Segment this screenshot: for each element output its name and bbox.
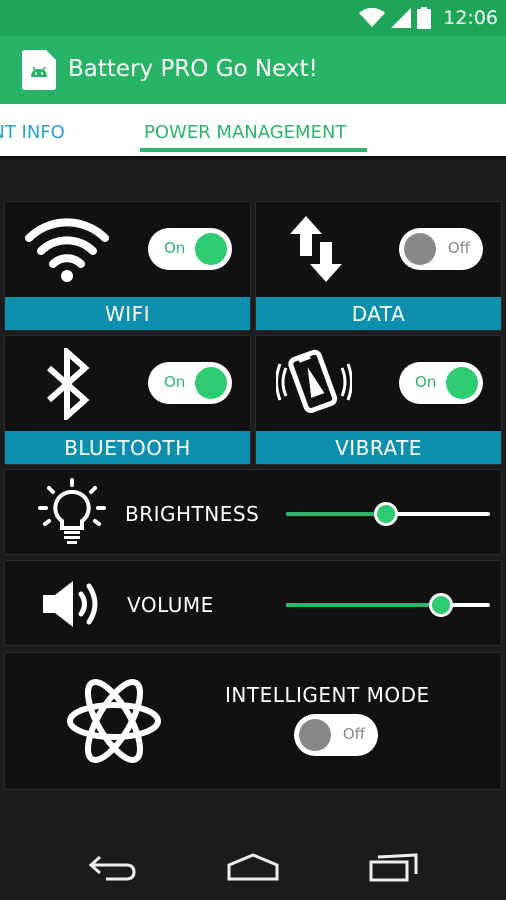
back-icon[interactable]	[88, 854, 136, 882]
intelligent-mode-toggle[interactable]: Off	[294, 714, 378, 756]
app-bar: Battery PRO Go Next!	[0, 36, 506, 104]
bluetooth-icon	[47, 348, 90, 420]
navigation-bar	[0, 826, 506, 900]
data-toggle[interactable]: Off	[399, 228, 483, 270]
app-title: Battery PRO Go Next!	[68, 56, 318, 82]
brightness-label: BRIGHTNESS	[125, 502, 260, 526]
brightness-slider[interactable]	[286, 502, 490, 526]
vibrate-toggle-knob	[446, 367, 478, 399]
bluetooth-toggle-label: On	[164, 373, 186, 391]
bluetooth-toggle[interactable]: On	[148, 362, 232, 404]
vibrate-phone-icon	[276, 349, 352, 413]
data-toggle-label: Off	[447, 239, 470, 257]
volume-label: VOLUME	[127, 593, 214, 617]
recents-icon[interactable]	[368, 852, 420, 884]
data-label: DATA	[256, 297, 501, 330]
wifi-icon	[25, 218, 109, 282]
intelligent-mode-toggle-label: Off	[342, 725, 365, 743]
status-time: 12:06	[443, 7, 498, 29]
brightness-card: BRIGHTNESS	[4, 469, 502, 555]
brightness-fill	[286, 512, 386, 516]
cell-signal-icon	[391, 8, 412, 28]
intelligent-mode-card: INTELLIGENT MODE Off	[4, 652, 502, 790]
lightbulb-icon	[38, 478, 106, 544]
vibrate-label: VIBRATE	[256, 431, 501, 464]
status-bar: 12:06	[0, 0, 506, 36]
volume-card: VOLUME	[4, 560, 502, 646]
wifi-toggle[interactable]: On	[148, 228, 232, 270]
tab-indicator	[140, 148, 367, 152]
tab-power-management[interactable]: POWER MANAGEMENT	[144, 122, 346, 143]
volume-slider[interactable]	[286, 593, 490, 617]
data-arrows-icon	[290, 216, 342, 282]
bluetooth-toggle-knob	[195, 367, 227, 399]
wifi-label: WIFI	[5, 297, 250, 330]
wifi-signal-icon	[359, 8, 386, 27]
speaker-icon	[43, 581, 98, 627]
data-toggle-knob	[404, 233, 436, 265]
data-card: Off DATA	[255, 201, 502, 331]
brightness-thumb[interactable]	[373, 502, 398, 526]
vibrate-toggle[interactable]: On	[399, 362, 483, 404]
bluetooth-label: BLUETOOTH	[5, 431, 250, 464]
vibrate-toggle-label: On	[415, 373, 437, 391]
volume-fill	[286, 603, 442, 607]
app-icon	[22, 50, 56, 90]
vibrate-card: On VIBRATE	[255, 335, 502, 465]
wifi-toggle-label: On	[164, 239, 186, 257]
battery-icon	[417, 7, 432, 29]
atom-icon	[67, 679, 161, 763]
power-management-panel: On WIFI Off DATA On BLUETOOTH On VIBRATE…	[0, 162, 506, 826]
intelligent-mode-label: INTELLIGENT MODE	[225, 683, 430, 707]
home-icon[interactable]	[226, 852, 280, 882]
tab-device-info[interactable]: ENT INFO	[0, 122, 65, 143]
intelligent-mode-toggle-knob	[299, 719, 331, 751]
wifi-toggle-knob	[195, 233, 227, 265]
volume-thumb[interactable]	[429, 593, 454, 617]
wifi-card: On WIFI	[4, 201, 251, 331]
bluetooth-card: On BLUETOOTH	[4, 335, 251, 465]
